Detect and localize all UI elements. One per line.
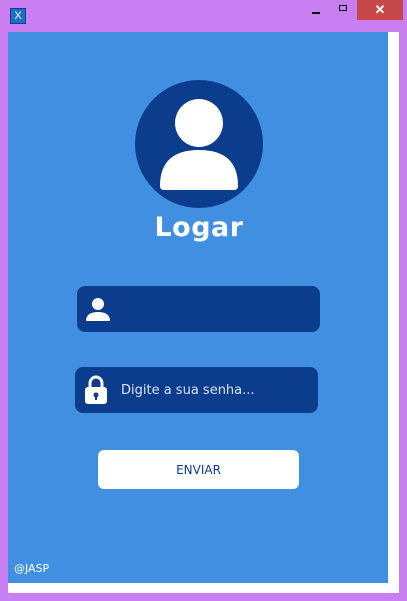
footer-credit: @JASP [14, 562, 50, 575]
page-title: Logar [154, 212, 244, 243]
login-panel: Logar ENVIAR @JASP [8, 32, 388, 583]
password-field[interactable] [75, 367, 318, 413]
lock-icon [83, 374, 109, 410]
close-icon: ✕ [374, 2, 386, 17]
window-border-bottom [8, 583, 399, 593]
window-titlebar[interactable]: X ✕ [0, 0, 407, 32]
minimize-icon [312, 12, 320, 14]
user-avatar-icon [135, 80, 263, 208]
user-icon [85, 295, 113, 327]
submit-button[interactable]: ENVIAR [98, 450, 299, 489]
close-button[interactable]: ✕ [357, 0, 403, 20]
minimize-button[interactable] [303, 0, 329, 20]
username-field[interactable] [77, 286, 320, 332]
window-border-right [388, 32, 399, 583]
maximize-icon [339, 5, 347, 11]
username-input[interactable] [123, 294, 309, 324]
app-icon: X [10, 8, 26, 24]
password-input[interactable] [121, 375, 307, 405]
maximize-button[interactable] [331, 0, 357, 20]
